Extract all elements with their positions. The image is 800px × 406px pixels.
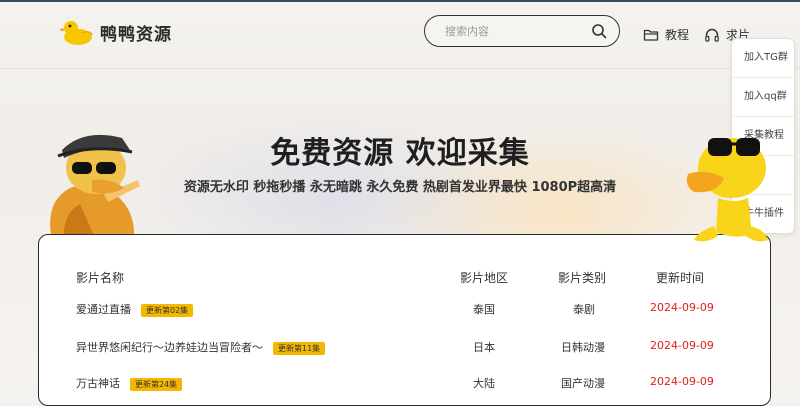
logo-text: 鸭鸭资源 bbox=[100, 24, 172, 45]
column-header-region: 影片地区 bbox=[460, 271, 509, 285]
row-title-cell: 爱通过直播 更新第02集 bbox=[76, 301, 194, 317]
episode-badge: 更新第11集 bbox=[273, 341, 326, 355]
logo[interactable]: 鸭鸭资源 bbox=[60, 18, 172, 46]
table-row[interactable]: 爱通过直播 更新第02集 泰国 泰剧 2024-09-09 bbox=[39, 301, 770, 331]
duck-logo-icon bbox=[60, 21, 93, 45]
row-date: 2024-09-09 bbox=[650, 301, 714, 314]
nav-tutorial[interactable]: 教程 bbox=[643, 26, 689, 43]
row-category: 泰剧 bbox=[573, 303, 595, 316]
row-title[interactable]: 爱通过直播 bbox=[76, 303, 131, 316]
column-header-name: 影片名称 bbox=[76, 271, 125, 285]
search-input[interactable] bbox=[443, 23, 587, 39]
menu-item-join-tg[interactable]: 加入TG群 bbox=[732, 39, 794, 78]
row-region: 日本 bbox=[473, 341, 495, 354]
column-header-date: 更新时间 bbox=[656, 271, 705, 285]
row-title-cell: 异世界悠闲纪行～边养娃边当冒险者～ 更新第11集 bbox=[76, 339, 326, 355]
sunglasses-duck-illustration bbox=[686, 138, 768, 242]
menu-item-join-qq[interactable]: 加入qq群 bbox=[732, 78, 794, 117]
row-category: 日韩动漫 bbox=[561, 341, 605, 354]
row-title[interactable]: 异世界悠闲纪行～边养娃边当冒险者～ bbox=[76, 341, 263, 354]
row-region: 大陆 bbox=[473, 377, 495, 390]
episode-badge: 更新第02集 bbox=[141, 303, 194, 317]
site-header: 鸭鸭资源 教程 求片 bbox=[0, 2, 800, 69]
row-date: 2024-09-09 bbox=[650, 339, 714, 352]
nav-tutorial-label: 教程 bbox=[665, 28, 690, 42]
update-table: 影片名称 影片地区 影片类别 更新时间 爱通过直播 更新第02集 泰国 泰剧 20… bbox=[38, 234, 771, 406]
column-header-category: 影片类别 bbox=[558, 271, 607, 285]
row-category: 国产动漫 bbox=[561, 377, 605, 390]
row-title-cell: 万古神话 更新第24集 bbox=[76, 375, 183, 391]
table-row[interactable]: 异世界悠闲纪行～边养娃边当冒险者～ 更新第11集 日本 日韩动漫 2024-09-… bbox=[39, 339, 770, 369]
search-box bbox=[424, 15, 620, 47]
headphones-icon bbox=[705, 28, 719, 42]
search-icon[interactable] bbox=[591, 23, 607, 39]
episode-badge: 更新第24集 bbox=[130, 377, 183, 391]
folder-icon bbox=[643, 29, 659, 41]
row-date: 2024-09-09 bbox=[650, 375, 714, 388]
row-region: 泰国 bbox=[473, 303, 495, 316]
table-row[interactable]: 万古神话 更新第24集 大陆 国产动漫 2024-09-09 bbox=[39, 375, 770, 405]
